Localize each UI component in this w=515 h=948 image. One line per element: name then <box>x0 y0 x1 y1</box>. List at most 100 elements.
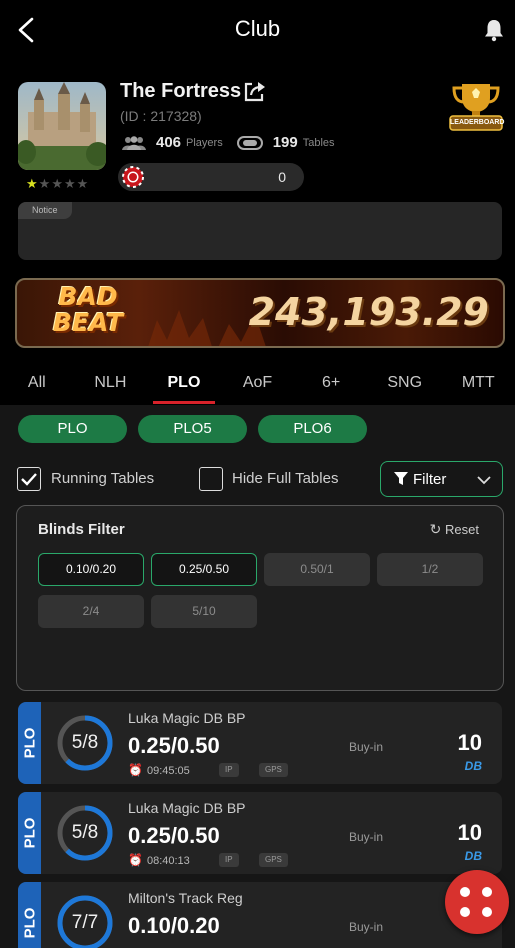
blind-option[interactable]: 2/4 <box>38 595 144 628</box>
running-tables-label: Running Tables <box>51 470 155 487</box>
fab-dot <box>482 907 492 917</box>
tab-sng[interactable]: SNG <box>368 352 442 405</box>
club-info-panel: ★ ★ ★ ★ ★ The Fortress (ID : 217328) 406… <box>0 60 515 352</box>
game-type-label: PLO <box>21 817 38 849</box>
pill-plo[interactable]: PLO <box>18 415 127 443</box>
buyin-value: 10 <box>457 730 482 755</box>
table-name: Luka Magic DB BP <box>128 800 246 816</box>
club-rating: ★ ★ ★ ★ ★ <box>26 176 88 192</box>
seats-count: 5/8 <box>71 732 99 753</box>
players-count: 406 <box>156 134 182 151</box>
buyin-label: Buy-in <box>349 740 384 754</box>
filter-dropdown-button[interactable]: Filter <box>380 461 503 497</box>
hide-full-tables-label: Hide Full Tables <box>232 470 339 487</box>
db-tag: DB <box>464 849 482 863</box>
star-empty-icon: ★ <box>51 176 63 191</box>
table-time: ⏰ 09:45:05 <box>128 763 190 777</box>
notice-label: Notice <box>18 202 72 219</box>
table-row[interactable]: PLO 7/7 Milton's Track Reg 0.10/0.20 Buy… <box>18 882 502 948</box>
table-blinds: 0.10/0.20 <box>128 913 220 938</box>
table-time: ⏰ 08:40:13 <box>128 853 190 867</box>
blind-option[interactable]: 1/2 <box>377 553 483 586</box>
chevron-down-icon <box>477 476 491 485</box>
bad-beat-title-line2: BEAT <box>52 308 124 337</box>
star-filled-icon: ★ <box>26 176 38 191</box>
jackpot-amount: 243,193.29 <box>248 290 489 334</box>
table-blinds: 0.25/0.50 <box>128 733 220 758</box>
club-name: The Fortress <box>120 80 242 102</box>
bad-beat-title: BAD BEAT <box>33 284 143 342</box>
page-title: Club <box>234 16 281 41</box>
tab-nlh[interactable]: NLH <box>74 352 148 405</box>
share-icon[interactable] <box>242 80 266 104</box>
tab-mtt[interactable]: MTT <box>441 352 515 405</box>
pill-plo5[interactable]: PLO5 <box>138 415 247 443</box>
gps-badge: GPS <box>259 853 288 867</box>
refresh-icon: ↻ <box>429 521 442 537</box>
game-type-tabs: All NLH PLO AoF 6+ SNG MTT <box>0 352 515 405</box>
db-tag: DB <box>464 759 482 773</box>
tab-6plus[interactable]: 6+ <box>294 352 368 405</box>
bad-beat-title-line1: BAD <box>58 282 118 311</box>
tab-plo[interactable]: PLO <box>147 352 221 405</box>
blind-option[interactable]: 0.50/1 <box>264 553 370 586</box>
tables-icon <box>236 135 263 150</box>
leaderboard-label: LEADERBOARD <box>450 119 505 126</box>
fab-dot <box>460 887 470 897</box>
blind-option[interactable]: 0.25/0.50 <box>151 553 257 586</box>
fab-dot <box>482 887 492 897</box>
gps-badge: GPS <box>259 763 288 777</box>
buyin-value: 10 <box>457 820 482 845</box>
club-avatar <box>18 82 106 170</box>
quick-menu-fab[interactable] <box>445 870 509 934</box>
tables-label: Tables <box>302 136 335 149</box>
alarm-clock-icon: ⏰ <box>128 763 143 777</box>
game-type-label: PLO <box>21 907 38 939</box>
table-time-value: 09:45:05 <box>146 765 190 777</box>
reset-label: Reset <box>445 522 479 537</box>
game-type-label: PLO <box>21 727 38 759</box>
game-type-tag: PLO <box>18 882 41 948</box>
table-row[interactable]: PLO 5/8 Luka Magic DB BP 0.25/0.50 ⏰ 08:4… <box>18 792 502 874</box>
star-empty-icon: ★ <box>63 176 76 191</box>
table-filters-row: Running Tables Hide Full Tables Filter <box>17 461 503 497</box>
game-type-tag: PLO <box>18 702 41 784</box>
trophy-icon <box>449 84 503 131</box>
chips-value: 0 <box>278 169 286 185</box>
club-stats: 406 Players 199 Tables <box>122 134 335 151</box>
leaderboard-button[interactable]: LEADERBOARD <box>448 82 504 136</box>
players-label: Players <box>186 136 223 149</box>
club-id: (ID : 217328) <box>120 108 202 124</box>
tab-aof[interactable]: AoF <box>221 352 295 405</box>
blind-option[interactable]: 5/10 <box>151 595 257 628</box>
bell-icon[interactable] <box>483 18 505 42</box>
ip-badge: IP <box>219 853 239 867</box>
plo-variant-pills: PLO PLO5 PLO6 <box>18 415 367 443</box>
star-empty-icon: ★ <box>38 176 51 191</box>
blinds-filter-panel: Blinds Filter ↻ Reset 0.10/0.20 0.25/0.5… <box>16 505 504 691</box>
hide-full-tables-checkbox[interactable] <box>199 467 223 491</box>
pill-plo6[interactable]: PLO6 <box>258 415 367 443</box>
ip-badge: IP <box>219 763 239 777</box>
tab-all[interactable]: All <box>0 352 74 405</box>
reset-button[interactable]: ↻ Reset <box>430 521 479 538</box>
star-empty-icon: ★ <box>76 176 89 191</box>
table-time-value: 08:40:13 <box>146 855 190 867</box>
blind-option[interactable]: 0.10/0.20 <box>38 553 144 586</box>
tables-count: 199 <box>272 134 298 151</box>
app-header: Club <box>0 0 515 60</box>
blinds-filter-title: Blinds Filter <box>38 521 125 538</box>
seats-count: 5/8 <box>71 822 99 843</box>
notice-box: Notice <box>18 202 502 260</box>
game-type-tag: PLO <box>18 792 41 874</box>
filter-label: Filter <box>413 471 447 488</box>
table-name: Milton's Track Reg <box>128 890 243 906</box>
players-icon <box>122 135 146 150</box>
buyin-label: Buy-in <box>349 920 384 934</box>
running-tables-checkbox[interactable] <box>17 467 41 491</box>
fab-dot <box>460 907 470 917</box>
table-name: Luka Magic DB BP <box>128 710 246 726</box>
table-row[interactable]: PLO 5/8 Luka Magic DB BP 0.25/0.50 ⏰ 09:4… <box>18 702 502 784</box>
seats-count: 7/7 <box>71 912 99 933</box>
bad-beat-jackpot-banner[interactable]: BAD BEAT 243,193.29 <box>15 278 505 348</box>
